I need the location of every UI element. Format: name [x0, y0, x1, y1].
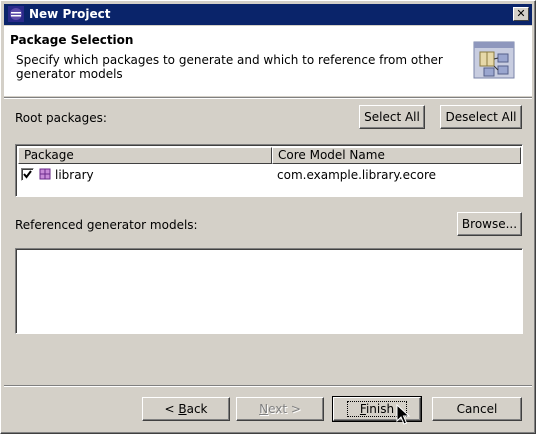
new-project-dialog: New Project ✕ Package Selection Specify …: [0, 0, 536, 434]
next-mnemonic: N: [259, 401, 269, 416]
package-name: library: [55, 168, 94, 182]
footer-separator: [4, 385, 532, 387]
table-row[interactable]: library com.example.library.ecore: [18, 166, 521, 184]
close-button[interactable]: ✕: [513, 7, 529, 21]
package-checkbox[interactable]: [21, 168, 34, 181]
back-button[interactable]: < Back: [142, 397, 230, 421]
root-packages-table[interactable]: Package Core Model Name library com.exam…: [15, 144, 523, 197]
checkmark-icon: [23, 170, 32, 179]
deselect-all-button[interactable]: Deselect All: [440, 105, 522, 129]
header-separator: [4, 97, 532, 99]
next-label-rest: ext >: [268, 401, 301, 416]
referenced-models-label: Referenced generator models:: [15, 218, 198, 232]
close-icon: ✕: [516, 7, 526, 20]
column-header-core-model[interactable]: Core Model Name: [272, 147, 521, 164]
select-all-button[interactable]: Select All: [359, 105, 425, 129]
core-model-name: com.example.library.ecore: [277, 168, 436, 182]
window-title: New Project: [29, 7, 111, 21]
wizard-header: Package Selection Specify which packages…: [4, 26, 532, 96]
mouse-pointer-icon: [396, 404, 411, 425]
cancel-button[interactable]: Cancel: [432, 397, 522, 421]
table-header: Package Core Model Name: [18, 147, 521, 164]
finish-label-rest: inish: [365, 401, 395, 416]
column-header-package[interactable]: Package: [18, 147, 272, 164]
next-button[interactable]: Next >: [236, 397, 324, 421]
root-packages-label: Root packages:: [15, 111, 107, 125]
back-mnemonic: B: [178, 401, 187, 416]
back-prefix: <: [164, 401, 179, 416]
browse-button[interactable]: Browse...: [457, 212, 522, 236]
referenced-models-list[interactable]: [15, 248, 523, 334]
package-icon: [39, 168, 51, 180]
page-description: Specify which packages to generate and w…: [16, 53, 443, 81]
title-bar[interactable]: New Project ✕: [4, 4, 532, 25]
eclipse-icon: [8, 6, 24, 22]
wizard-package-graphic-icon: [473, 41, 515, 79]
page-title: Package Selection: [10, 33, 134, 47]
back-label-rest: ack: [186, 401, 208, 416]
